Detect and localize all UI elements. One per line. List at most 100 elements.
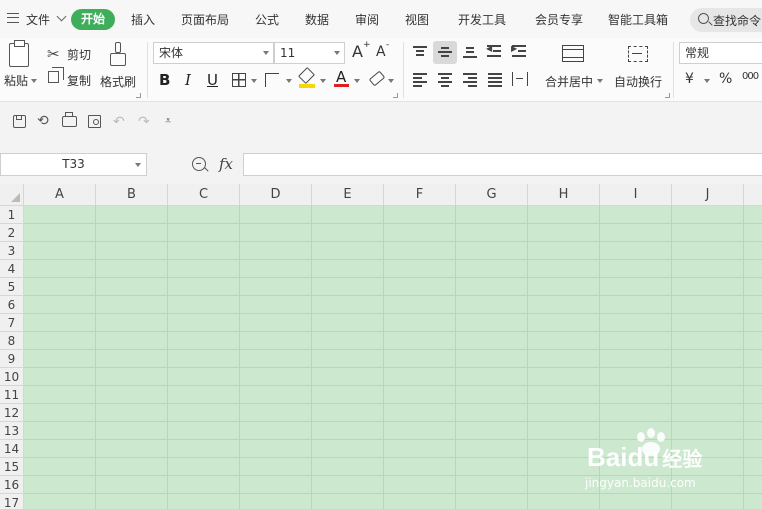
tab-insert[interactable]: 插入 — [131, 11, 155, 28]
formula-input[interactable] — [243, 153, 762, 176]
align-bottom-icon[interactable] — [463, 47, 477, 59]
column-header[interactable]: J — [672, 184, 744, 206]
paste-dropdown-icon[interactable] — [31, 79, 37, 83]
format-painter-icon[interactable] — [110, 42, 126, 66]
undo-icon[interactable]: ↶ — [113, 114, 125, 130]
fill-color-icon[interactable] — [298, 67, 315, 84]
save-icon[interactable] — [13, 115, 26, 128]
merge-center-dropdown-icon[interactable] — [597, 79, 603, 83]
borders-dropdown-icon[interactable] — [251, 79, 257, 83]
column-header[interactable] — [744, 184, 762, 206]
tab-view[interactable]: 视图 — [405, 11, 429, 28]
customize-toolbar-icon[interactable]: ⩡ — [165, 114, 171, 128]
tab-home[interactable]: 开始 — [71, 9, 115, 30]
row-header[interactable]: 1 — [0, 206, 24, 224]
clipboard-launcher-icon[interactable] — [136, 93, 141, 98]
print-icon[interactable] — [62, 112, 77, 127]
merge-center-icon[interactable] — [562, 45, 584, 62]
row-header[interactable]: 6 — [0, 296, 24, 314]
row-header[interactable]: 17 — [0, 494, 24, 509]
redo-icon[interactable]: ↷ — [138, 114, 150, 130]
cut-button[interactable]: 剪切 — [67, 46, 91, 63]
percent-button[interactable]: % — [719, 71, 732, 87]
tab-developer[interactable]: 开发工具 — [458, 11, 506, 28]
column-header[interactable]: B — [96, 184, 168, 206]
tab-data[interactable]: 数据 — [305, 11, 329, 28]
thousands-separator-button[interactable]: 000 — [742, 71, 759, 82]
justify-icon[interactable] — [488, 73, 502, 87]
eraser-icon[interactable] — [368, 70, 386, 87]
wrap-text-icon[interactable] — [628, 46, 648, 62]
currency-button[interactable]: ¥ — [685, 71, 694, 87]
wrap-text-button[interactable]: 自动换行 — [614, 73, 662, 90]
cell-style-icon[interactable] — [265, 73, 279, 87]
align-top-icon[interactable] — [413, 46, 427, 58]
insert-function-button[interactable]: fx — [219, 155, 233, 173]
paste-quick-icon[interactable]: ⟲ — [37, 113, 49, 129]
column-header[interactable]: H — [528, 184, 600, 206]
merge-center-button[interactable]: 合并居中 — [545, 73, 593, 90]
column-header[interactable]: C — [168, 184, 240, 206]
italic-button[interactable]: I — [185, 71, 191, 89]
tab-page-layout[interactable]: 页面布局 — [181, 11, 229, 28]
row-header[interactable]: 12 — [0, 404, 24, 422]
chevron-down-icon[interactable] — [56, 11, 67, 22]
file-menu[interactable]: 文件 — [26, 11, 50, 28]
font-size-select[interactable]: 11 — [274, 42, 345, 64]
alignment-launcher-icon[interactable] — [665, 93, 670, 98]
row-header[interactable]: 11 — [0, 386, 24, 404]
align-center-icon[interactable] — [438, 73, 452, 87]
clear-dropdown-icon[interactable] — [388, 79, 394, 83]
tab-review[interactable]: 审阅 — [355, 11, 379, 28]
column-header[interactable]: E — [312, 184, 384, 206]
tab-formulas[interactable]: 公式 — [255, 11, 279, 28]
distribute-icon[interactable] — [512, 72, 528, 86]
column-header[interactable]: D — [240, 184, 312, 206]
column-header[interactable]: F — [384, 184, 456, 206]
row-header[interactable]: 14 — [0, 440, 24, 458]
row-header[interactable]: 4 — [0, 260, 24, 278]
paste-icon[interactable] — [9, 40, 29, 67]
grow-font-button[interactable]: A — [352, 42, 363, 61]
tab-member[interactable]: 会员专享 — [535, 11, 583, 28]
column-header[interactable]: G — [456, 184, 528, 206]
row-header[interactable]: 9 — [0, 350, 24, 368]
row-header[interactable]: 13 — [0, 422, 24, 440]
command-search[interactable]: 查找命令 — [690, 8, 762, 32]
row-header[interactable]: 15 — [0, 458, 24, 476]
copy-icon[interactable] — [48, 67, 64, 83]
zoom-icon[interactable] — [192, 157, 206, 171]
row-header[interactable]: 8 — [0, 332, 24, 350]
number-format-select[interactable]: 常规 — [679, 42, 762, 64]
row-header[interactable]: 10 — [0, 368, 24, 386]
name-box[interactable]: T33 — [0, 153, 147, 176]
borders-icon[interactable] — [232, 73, 246, 87]
shrink-font-button[interactable]: A — [376, 44, 386, 60]
bold-button[interactable]: B — [159, 71, 170, 89]
font-color-dropdown-icon[interactable] — [354, 79, 360, 83]
align-right-icon[interactable] — [463, 73, 477, 87]
paste-button[interactable]: 粘贴 — [4, 72, 28, 89]
copy-button[interactable]: 复制 — [67, 72, 91, 89]
font-launcher-icon[interactable] — [393, 93, 398, 98]
row-header[interactable]: 2 — [0, 224, 24, 242]
underline-button[interactable]: U — [207, 71, 218, 89]
select-all-button[interactable] — [0, 184, 24, 206]
align-left-icon[interactable] — [413, 73, 427, 87]
font-name-select[interactable]: 宋体 — [153, 42, 274, 64]
fill-color-dropdown-icon[interactable] — [320, 79, 326, 83]
row-header[interactable]: 3 — [0, 242, 24, 260]
format-painter-button[interactable]: 格式刷 — [100, 73, 136, 90]
tab-smart-toolbox[interactable]: 智能工具箱 — [608, 11, 668, 28]
scissors-icon[interactable]: ✂ — [47, 45, 60, 63]
chevron-down-icon[interactable] — [135, 163, 141, 167]
row-header[interactable]: 7 — [0, 314, 24, 332]
menu-icon[interactable] — [7, 13, 19, 23]
cell-style-dropdown-icon[interactable] — [286, 79, 292, 83]
row-header[interactable]: 5 — [0, 278, 24, 296]
row-header[interactable]: 16 — [0, 476, 24, 494]
column-header[interactable]: A — [24, 184, 96, 206]
print-preview-icon[interactable] — [88, 115, 101, 128]
currency-dropdown-icon[interactable] — [704, 79, 710, 83]
column-header[interactable]: I — [600, 184, 672, 206]
